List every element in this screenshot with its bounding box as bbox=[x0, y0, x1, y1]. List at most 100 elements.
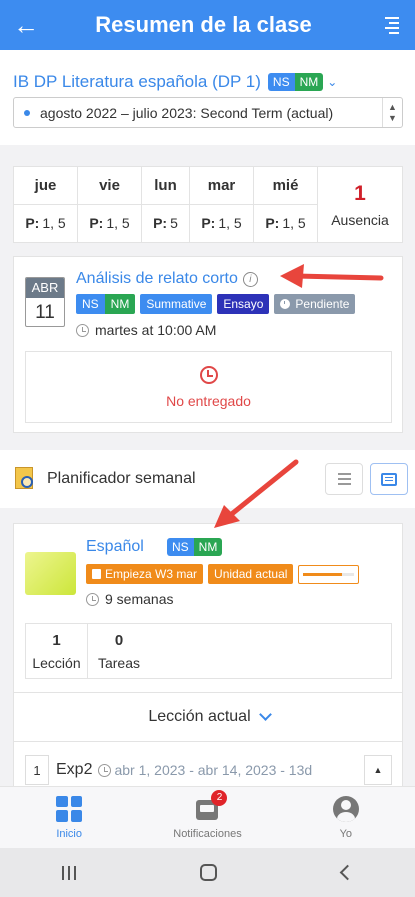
planner-icon bbox=[13, 467, 39, 491]
tab-me-label: Yo bbox=[339, 827, 353, 840]
clock-icon bbox=[98, 763, 112, 777]
unit-start-tag: Empieza W3 mar bbox=[86, 564, 204, 584]
assignment-card[interactable]: ABR 11 Análisis de relato corto i NS NM … bbox=[13, 256, 403, 433]
term-select[interactable]: agosto 2022 – julio 2023: Second Term (a… bbox=[13, 97, 403, 128]
due-day: 11 bbox=[35, 302, 55, 323]
card-view-button[interactable] bbox=[370, 463, 408, 495]
clock-alert-icon bbox=[199, 365, 218, 384]
tag-summative: Summative bbox=[140, 294, 213, 314]
tag-nm: NM bbox=[104, 294, 136, 314]
attendance-day: lun P: 5 bbox=[142, 167, 190, 242]
unit-tags: Empieza W3 mar Unidad actual bbox=[86, 564, 360, 584]
list-icon bbox=[337, 473, 351, 485]
recent-apps-icon[interactable] bbox=[62, 865, 77, 880]
select-arrows-icon[interactable]: ▲ ▼ bbox=[382, 98, 402, 127]
lesson-date-range: abr 1, 2023 - abr 14, 2023 - 13d bbox=[114, 762, 313, 778]
day-name: mar bbox=[190, 167, 253, 205]
day-value: P: 1, 5 bbox=[25, 215, 66, 232]
tab-notifications[interactable]: 2 Notificaciones bbox=[138, 787, 276, 848]
term-value: agosto 2022 – julio 2023: Second Term (a… bbox=[40, 104, 334, 121]
assignment-tags: NS NM Summative Ensayo Pendiente bbox=[76, 294, 356, 314]
tag-pending: Pendiente bbox=[274, 294, 356, 314]
assignment-title-row: Análisis de relato corto i bbox=[76, 270, 258, 288]
attendance-day: mar P: 1, 5 bbox=[190, 167, 254, 242]
level-nm: NM bbox=[193, 538, 223, 556]
system-nav-bar bbox=[0, 848, 415, 897]
current-lesson-toggle[interactable]: Lección actual bbox=[14, 692, 402, 742]
tab-me[interactable]: Yo bbox=[277, 787, 415, 848]
day-name: jue bbox=[14, 167, 77, 205]
tab-notifications-label: Notificaciones bbox=[173, 827, 242, 840]
level-nm: NM bbox=[294, 73, 324, 91]
weekly-planner-header: Planificador semanal bbox=[0, 450, 415, 508]
attendance-day: vie P: 1, 5 bbox=[78, 167, 142, 242]
chevron-down-icon bbox=[258, 708, 272, 721]
attendance-days: jue P: 1, 5 vie P: 1, 5 lun P: 5 mar P: 1, 5… bbox=[14, 167, 318, 242]
card-icon bbox=[381, 472, 397, 486]
clock-icon bbox=[280, 299, 291, 309]
unit-thumbnail bbox=[25, 552, 76, 595]
unit-progress bbox=[298, 564, 360, 584]
submission-status[interactable]: No entregado bbox=[25, 351, 392, 423]
chevron-down-icon[interactable]: ⌄ bbox=[327, 75, 337, 89]
notification-badge: 2 bbox=[211, 789, 228, 806]
system-back-icon[interactable] bbox=[339, 864, 356, 881]
unit-duration: 9 semanas bbox=[86, 591, 173, 607]
inbox-icon: 2 bbox=[194, 789, 228, 822]
due-date-badge: ABR 11 bbox=[25, 277, 65, 327]
attendance-card: jue P: 1, 5 vie P: 1, 5 lun P: 5 mar P: 1, 5… bbox=[13, 166, 403, 243]
assignment-title[interactable]: Análisis de relato corto bbox=[76, 270, 238, 288]
unit-weeks: 9 semanas bbox=[105, 591, 174, 607]
lesson-index: 1 bbox=[25, 755, 49, 785]
absence-count: 1 bbox=[354, 181, 366, 205]
day-value: P: 1, 5 bbox=[265, 215, 306, 232]
back-arrow-icon[interactable]: ← bbox=[0, 10, 52, 41]
day-value: P: 5 bbox=[153, 215, 178, 232]
absence-summary[interactable]: 1 Ausencia bbox=[318, 167, 402, 242]
user-icon bbox=[332, 795, 359, 822]
attendance-day: mié P: 1, 5 bbox=[254, 167, 318, 242]
menu-icon[interactable] bbox=[365, 16, 415, 34]
clock-icon bbox=[76, 323, 89, 337]
attendance-day: jue P: 1, 5 bbox=[14, 167, 78, 242]
app-header: ← Resumen de la clase bbox=[0, 0, 415, 50]
day-value: P: 1, 5 bbox=[89, 215, 130, 232]
submission-status-text: No entregado bbox=[166, 392, 251, 409]
unit-card: Español NS NM Empieza W3 mar Unidad actu… bbox=[13, 523, 403, 793]
level-ns: NS bbox=[167, 538, 194, 556]
lesson-count[interactable]: 1 Lección bbox=[26, 624, 88, 678]
assignment-time: martes at 10:00 AM bbox=[76, 322, 216, 338]
unit-name[interactable]: Español bbox=[86, 538, 144, 556]
level-badge: NS NM bbox=[267, 73, 324, 91]
collapse-up-icon[interactable]: ▲ bbox=[364, 755, 392, 785]
tab-home-label: Inicio bbox=[56, 827, 82, 840]
current-unit-tag: Unidad actual bbox=[208, 564, 294, 584]
unit-counts: 1 Lección 0 Tareas bbox=[25, 623, 392, 679]
class-name[interactable]: IB DP Literatura española (DP 1) bbox=[13, 72, 261, 92]
bottom-tab-bar: Inicio 2 Notificaciones Yo bbox=[0, 786, 415, 848]
page-title: Resumen de la clase bbox=[95, 12, 312, 37]
clock-icon bbox=[86, 592, 99, 606]
info-icon[interactable]: i bbox=[242, 271, 258, 287]
class-selector[interactable]: IB DP Literatura española (DP 1) NS NM ⌄ bbox=[13, 72, 337, 92]
lesson-row[interactable]: 1 Exp2 abr 1, 2023 - abr 14, 2023 - 13d … bbox=[25, 753, 392, 787]
day-value: P: 1, 5 bbox=[201, 215, 242, 232]
home-button-icon[interactable] bbox=[200, 864, 218, 881]
home-grid-icon bbox=[56, 795, 83, 822]
day-name: vie bbox=[78, 167, 141, 205]
tab-home[interactable]: Inicio bbox=[0, 787, 138, 848]
tag-ns: NS bbox=[76, 294, 105, 314]
lesson-name: Exp2 bbox=[56, 761, 93, 778]
planner-title: Planificador semanal bbox=[47, 470, 196, 487]
calendar-icon bbox=[92, 569, 101, 579]
day-name: lun bbox=[142, 167, 189, 205]
level-ns: NS bbox=[267, 73, 295, 91]
absence-label: Ausencia bbox=[331, 211, 389, 228]
day-name: mié bbox=[254, 167, 317, 205]
term-dot-icon bbox=[24, 109, 30, 116]
current-lesson-label: Lección actual bbox=[148, 708, 251, 725]
unit-level-badge: NS NM bbox=[167, 538, 223, 556]
list-view-button[interactable] bbox=[325, 463, 363, 495]
class-section: IB DP Literatura española (DP 1) NS NM ⌄… bbox=[0, 50, 415, 145]
task-count[interactable]: 0 Tareas bbox=[88, 624, 150, 678]
